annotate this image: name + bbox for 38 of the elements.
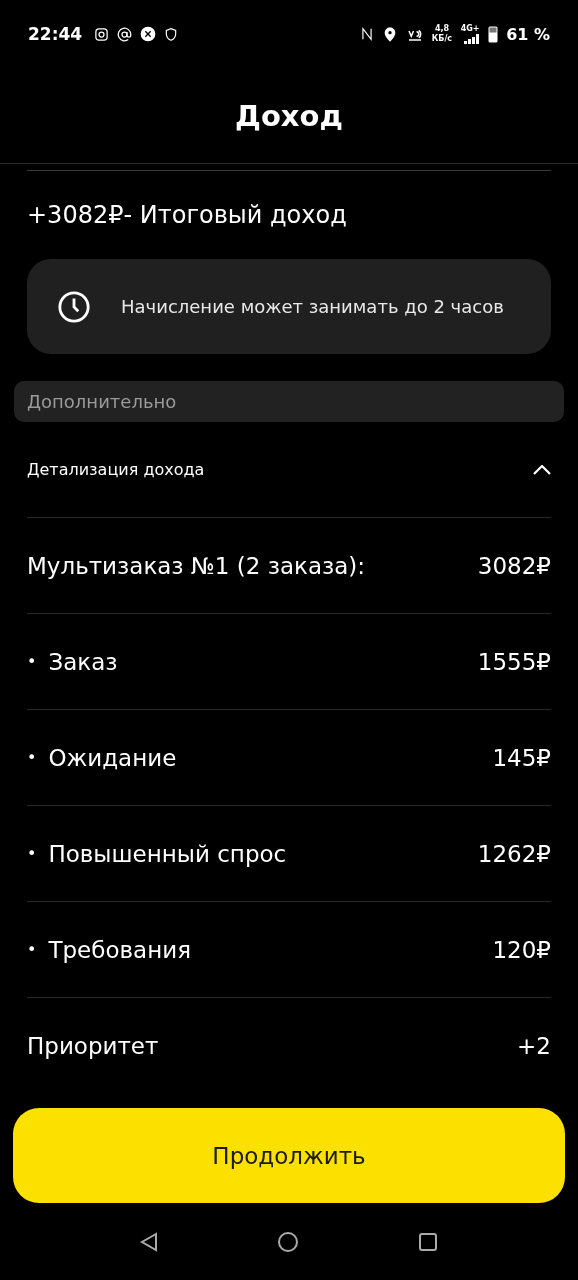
clock-icon — [57, 289, 91, 324]
row-value: 3082₽ — [477, 552, 551, 579]
row-label: Требования — [48, 936, 191, 963]
page-title: Доход — [235, 98, 343, 133]
status-time: 22:44 — [28, 24, 83, 44]
recents-icon[interactable] — [418, 1231, 439, 1252]
battery-percent: 61 % — [506, 24, 550, 44]
notice-text: Начисление может занимать до 2 часов — [121, 296, 504, 317]
shield-icon — [164, 26, 179, 42]
back-icon[interactable] — [139, 1231, 158, 1252]
network-speed: 4,8 — [434, 24, 450, 34]
home-icon[interactable] — [277, 1230, 299, 1253]
details-expander[interactable]: Детализация дохода — [27, 422, 551, 518]
network-type: 4G+ — [460, 24, 480, 34]
bullet: • — [27, 652, 37, 671]
row-label: Приоритет — [27, 1032, 159, 1059]
nfc-icon — [359, 25, 374, 43]
speed-unit: КБ/с — [431, 34, 453, 44]
row-value: +2 — [517, 1032, 551, 1059]
row-label: Повышенный спрос — [48, 840, 287, 867]
bullet: • — [27, 940, 37, 959]
caret-icon — [533, 464, 551, 475]
row-value: 145₽ — [492, 744, 551, 771]
section-title: Дополнительно — [27, 391, 177, 412]
row-value: 1262₽ — [477, 840, 551, 867]
row-value: 120₽ — [492, 936, 551, 963]
row-label: Ожидание — [48, 744, 177, 771]
row-label: Заказ — [48, 648, 118, 675]
battery-icon — [488, 25, 499, 43]
camera-icon — [94, 26, 110, 42]
continue-button[interactable]: Продолжить — [13, 1108, 565, 1203]
row-label: Мультизаказ №1 (2 заказа): — [27, 552, 366, 579]
app-icon — [140, 26, 157, 42]
bullet: • — [27, 844, 37, 863]
row-value: 1555₽ — [477, 648, 551, 675]
at-sign-icon — [117, 26, 133, 42]
total-income: +3082₽- Итоговый доход — [27, 201, 348, 229]
bullet: • — [27, 748, 37, 767]
